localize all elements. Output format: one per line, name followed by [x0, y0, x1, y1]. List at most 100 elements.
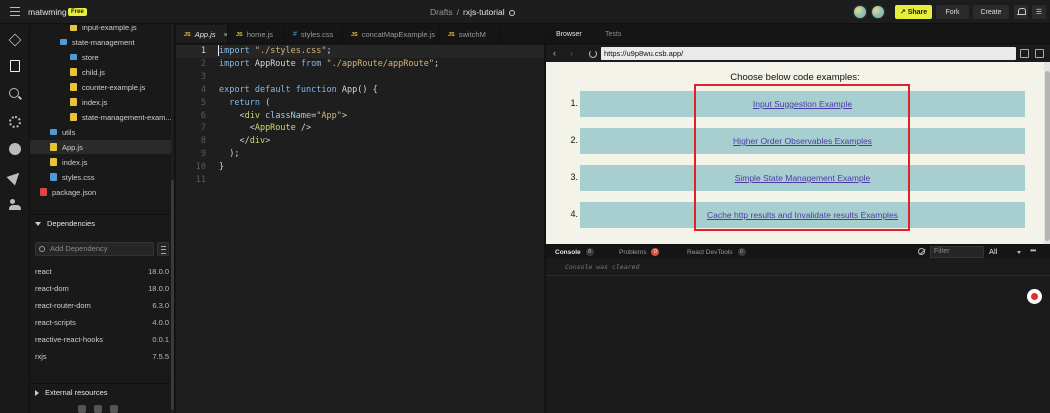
file-name: store — [82, 52, 99, 62]
settings-gear-icon[interactable] — [9, 116, 21, 128]
file-item[interactable]: styles.css — [30, 170, 174, 184]
clear-console-icon[interactable] — [918, 248, 925, 255]
code-line[interactable]: 10} — [176, 161, 544, 174]
project-info-icon[interactable] — [8, 33, 22, 47]
preview-scrollbar-thumb[interactable] — [1045, 71, 1050, 241]
file-name: counter-example.js — [82, 82, 146, 92]
explorer-file-icon[interactable] — [10, 60, 20, 72]
file-item[interactable]: index.js — [30, 95, 174, 109]
responsive-view-icon[interactable] — [1035, 49, 1044, 58]
dependency-item[interactable]: reactive-react-hooks 0.0.1 — [35, 332, 169, 346]
js-file-icon: JS — [236, 31, 243, 38]
sidebar-scrollbar-thumb[interactable] — [171, 180, 174, 410]
refresh-icon[interactable] — [589, 50, 597, 58]
example-number: 4. — [570, 209, 578, 219]
dependencies-section-header[interactable]: Dependencies — [30, 214, 174, 232]
collaborator-avatar[interactable] — [853, 5, 867, 19]
deploy-rocket-icon[interactable] — [6, 168, 24, 186]
dependency-version: 7.5.5 — [152, 351, 169, 361]
tab-problems[interactable]: Problems 0 — [619, 245, 660, 259]
example-number: 2. — [570, 135, 578, 145]
fork-button[interactable]: Fork — [936, 5, 969, 19]
code-line[interactable]: 9 ); — [176, 148, 544, 161]
js-file-icon — [70, 83, 77, 91]
back-arrow-icon[interactable]: ‹ — [553, 49, 556, 58]
hamburger-menu-icon[interactable] — [10, 7, 20, 16]
dependency-item[interactable]: react 18.0.0 — [35, 264, 169, 278]
code-line[interactable]: 2 import AppRoute from "./appRoute/appRou… — [176, 58, 544, 71]
project-name[interactable]: rxjs-tutorial — [463, 7, 505, 17]
tab-tests[interactable]: Tests — [605, 25, 621, 44]
problems-count-badge: 0 — [651, 248, 660, 256]
breadcrumb-folder[interactable]: Drafts — [430, 7, 453, 17]
dependency-list-icon[interactable] — [157, 242, 169, 256]
editor-tab[interactable]: JS home.js — [228, 25, 285, 43]
dependency-name: react — [35, 266, 52, 276]
js-file-icon — [70, 25, 77, 31]
example-number: 1. — [570, 98, 578, 108]
code-line[interactable]: 4 export default function App() { — [176, 84, 544, 97]
code-line[interactable]: 3 — [176, 71, 544, 84]
js-file-icon: JS — [184, 31, 191, 38]
line-number: 4 — [200, 84, 206, 95]
editor-tab[interactable]: JS App.js × — [176, 25, 228, 43]
account-menu-icon[interactable]: ☰ — [1032, 5, 1046, 19]
code-text: <div className="App"> — [219, 110, 347, 121]
file-item[interactable]: state-management-exam... — [30, 110, 174, 124]
file-item[interactable]: counter-example.js — [30, 80, 174, 94]
tab-browser[interactable]: Browser — [556, 25, 582, 44]
twitter-icon[interactable] — [78, 405, 86, 413]
editor-tab[interactable]: JS concatMapExample.js — [343, 25, 440, 43]
preview-tab-bar: Browser Tests — [546, 25, 1050, 44]
console-output: Console was cleared — [546, 258, 1050, 413]
external-resources-section-header[interactable]: External resources — [30, 383, 174, 401]
share-button[interactable]: Share — [895, 5, 932, 19]
folder-item[interactable]: store — [30, 50, 174, 64]
file-item[interactable]: App.js — [30, 140, 174, 154]
code-line[interactable]: 11 — [176, 174, 544, 187]
open-new-window-icon[interactable] — [1020, 49, 1029, 58]
search-icon[interactable] — [9, 88, 19, 98]
user-avatar[interactable] — [871, 5, 885, 19]
editor-tab[interactable]: JS switchM — [440, 25, 500, 43]
breadcrumb: Drafts / rxjs-tutorial — [430, 7, 515, 17]
add-dependency-input[interactable]: Add Dependency — [35, 242, 154, 256]
tab-react-devtools[interactable]: React DevTools 0 — [687, 245, 746, 259]
notification-bell-icon[interactable] — [1014, 5, 1028, 19]
editor-tab[interactable]: # styles.css — [285, 25, 343, 43]
dependency-item[interactable]: react-scripts 4.0.0 — [35, 315, 169, 329]
live-collaboration-icon[interactable] — [9, 199, 21, 211]
username[interactable]: matwming — [28, 7, 67, 17]
dependency-item[interactable]: react-dom 18.0.0 — [35, 281, 169, 295]
github-icon[interactable] — [9, 143, 21, 155]
forward-arrow-icon[interactable]: › — [570, 49, 573, 58]
code-line[interactable]: 5 return ( — [176, 97, 544, 110]
code-line[interactable]: 7 <AppRoute /> — [176, 122, 544, 135]
dependency-item[interactable]: rxjs 7.5.5 — [35, 349, 169, 363]
folder-item[interactable]: utils — [30, 125, 174, 139]
social-links — [78, 405, 118, 413]
folder-item[interactable]: state-management — [30, 35, 174, 49]
discord-icon[interactable] — [110, 405, 118, 413]
url-input[interactable]: https://u9p8wu.csb.app/ — [601, 47, 1016, 60]
file-item[interactable]: index.js — [30, 155, 174, 169]
code-line[interactable]: 6 <div className="App"> — [176, 110, 544, 123]
dependency-item[interactable]: react-router-dom 6.3.0 — [35, 298, 169, 312]
file-item[interactable]: package.json — [30, 185, 174, 199]
console-filter-input[interactable]: Filter — [930, 246, 984, 258]
file-item[interactable]: input-example.js — [30, 25, 174, 34]
error-overlay-icon[interactable] — [1027, 289, 1042, 304]
create-button[interactable]: Create — [973, 5, 1009, 19]
more-options-icon[interactable]: ••• — [1030, 246, 1036, 255]
code-line[interactable]: 8 </div> — [176, 135, 544, 148]
code-line[interactable]: 1 import "./styles.css"; — [176, 45, 544, 58]
code-editor[interactable]: 1 import "./styles.css"; 2 import AppRoute … — [176, 45, 544, 413]
console-tab-bar: Console 0 Problems 0 React DevTools 0 Filte… — [546, 244, 1050, 258]
css-file-icon: # — [293, 31, 297, 38]
file-name: state-management-exam... — [82, 112, 172, 122]
log-level-select[interactable]: All — [989, 246, 1025, 258]
github-icon[interactable] — [94, 405, 102, 413]
file-name: index.js — [82, 97, 108, 107]
tab-console[interactable]: Console 0 — [555, 245, 594, 259]
file-item[interactable]: child.js — [30, 65, 174, 79]
